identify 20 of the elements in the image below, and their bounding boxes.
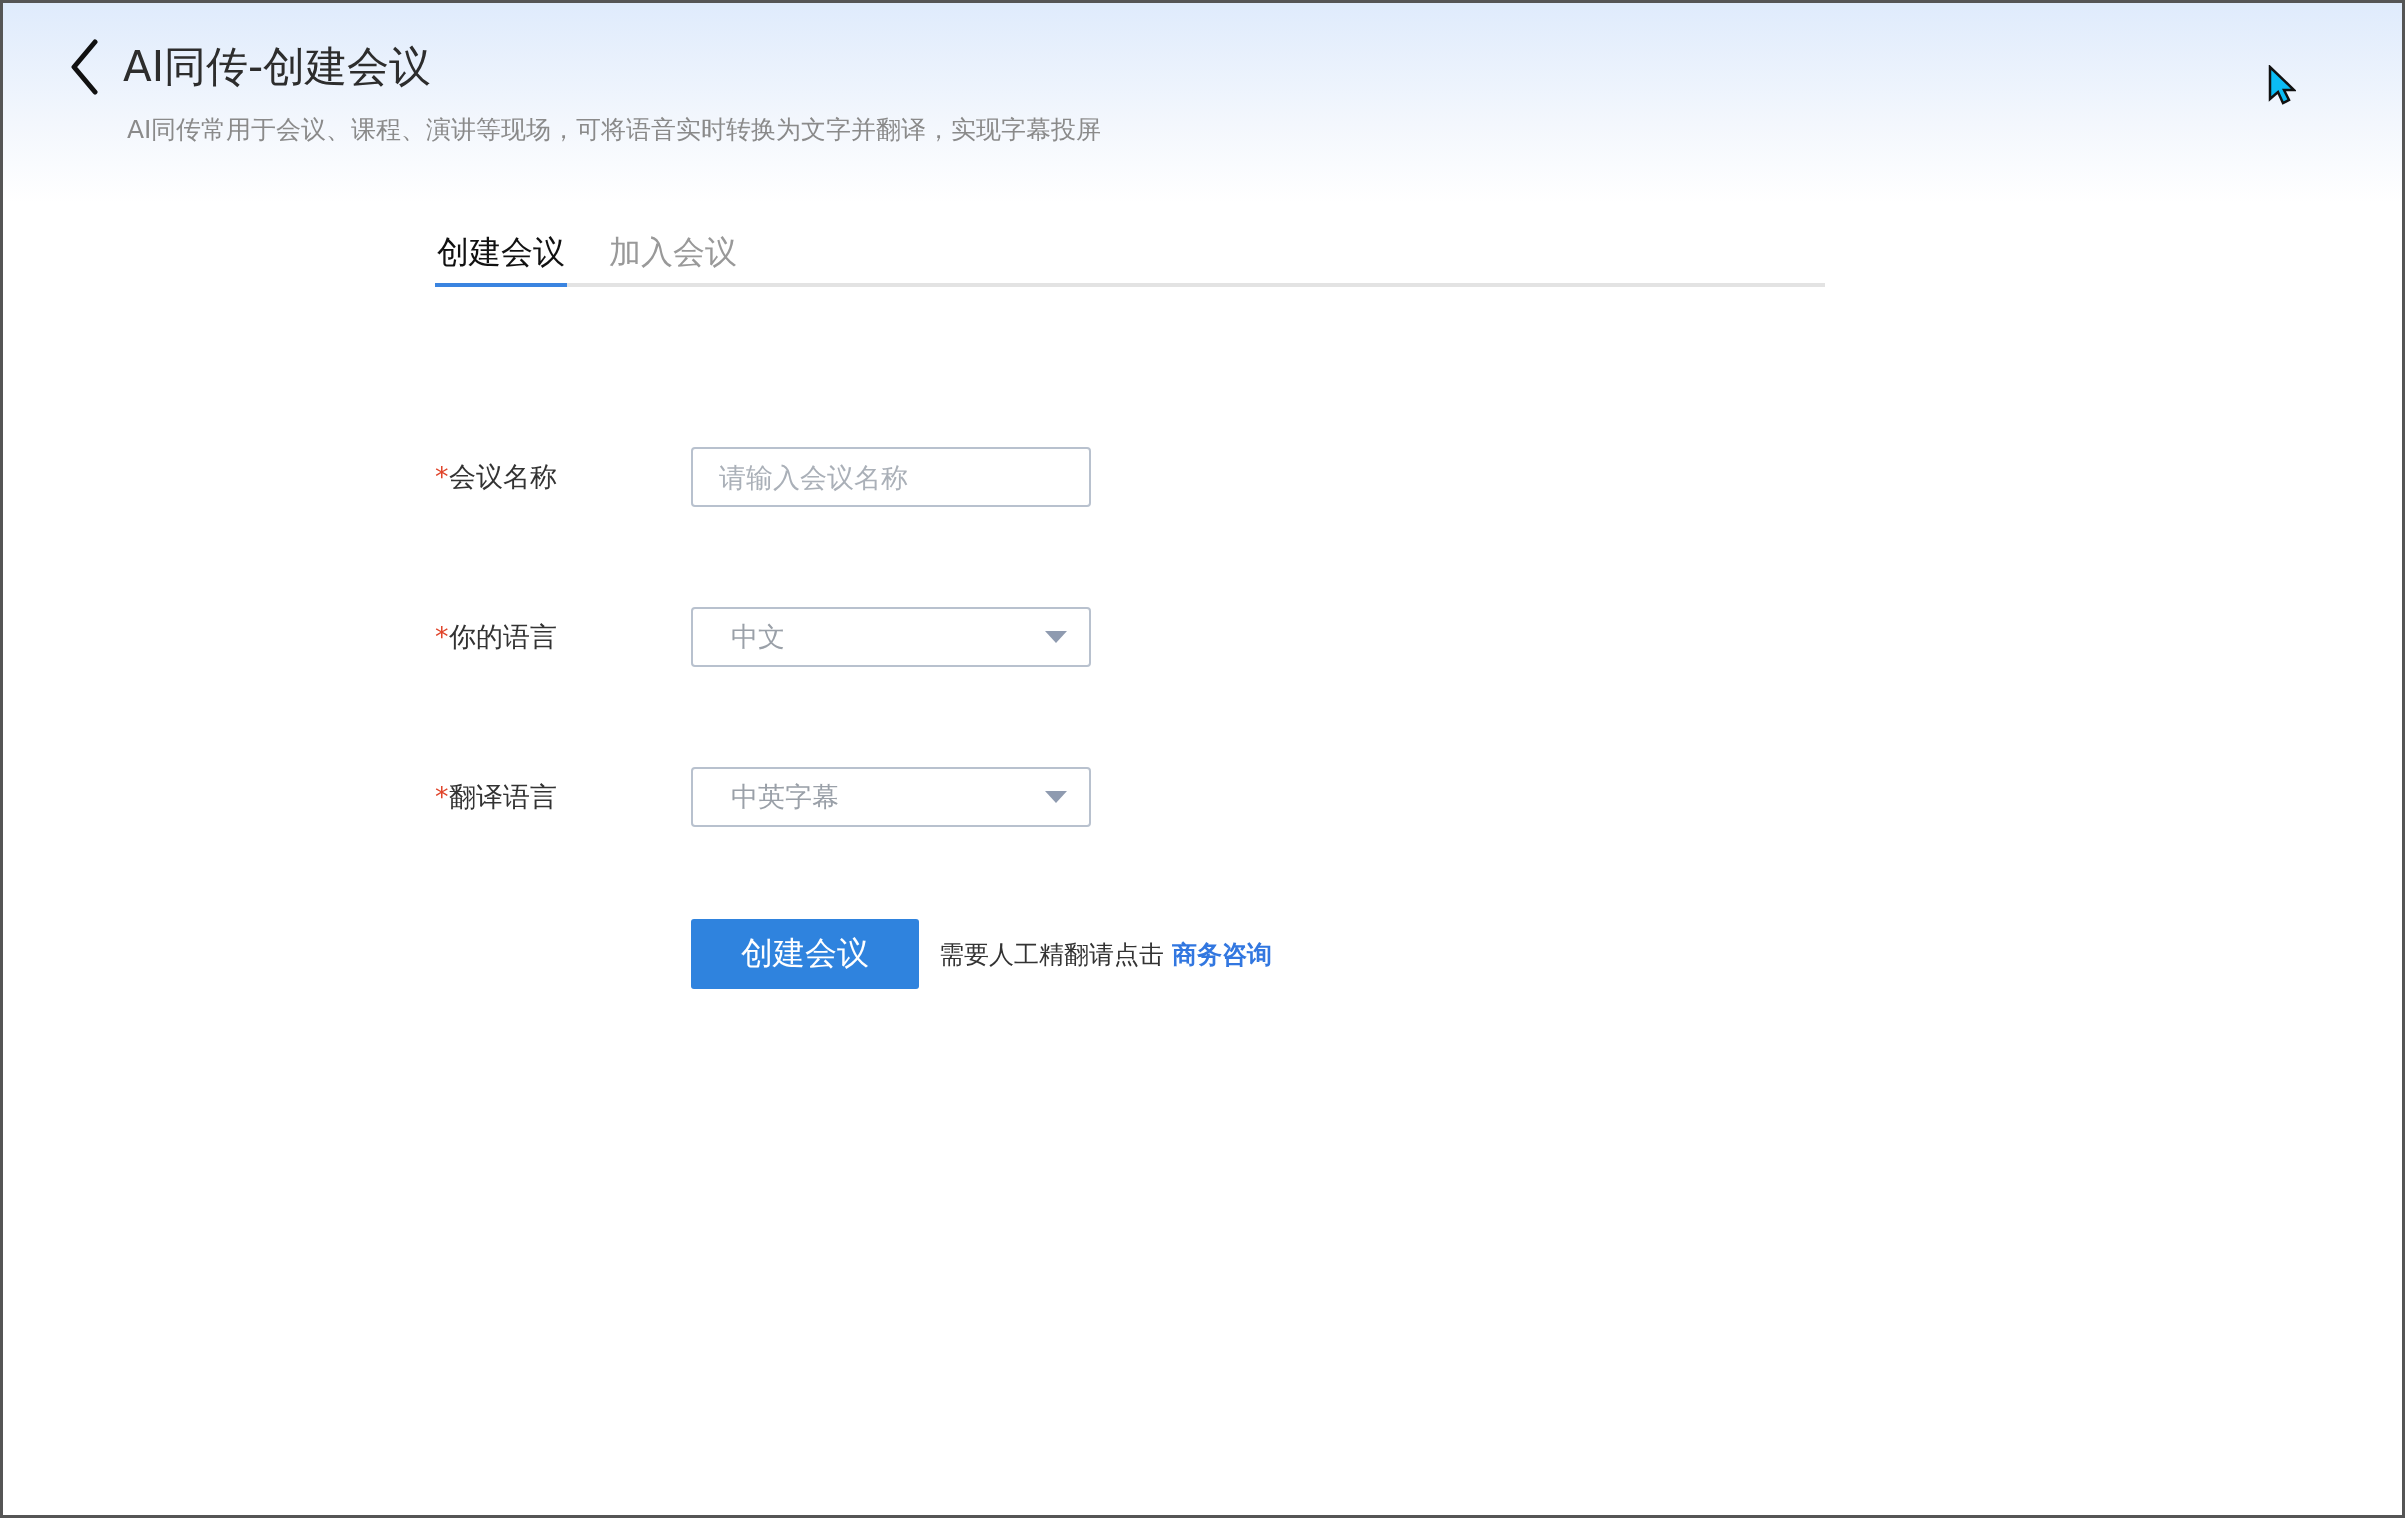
page-title: AI同传-创建会议: [123, 41, 432, 93]
page-subtitle: AI同传常用于会议、课程、演讲等现场，可将语音实时转换为文字并翻译，实现字幕投屏: [127, 114, 1103, 146]
required-mark: *: [435, 621, 449, 652]
required-mark: *: [435, 461, 449, 492]
caret-icon: [1045, 631, 1067, 643]
field-label: 你的语言: [448, 621, 557, 652]
tab[interactable]: 加入会议: [607, 231, 739, 287]
consult-note: 需要人工精翻请点击: [939, 938, 1164, 971]
tab[interactable]: 创建会议: [435, 231, 567, 287]
meeting-name-field[interactable]: 请输入会议名称: [691, 447, 1091, 507]
create-meeting-button[interactable]: 创建会议: [691, 919, 919, 989]
field-label: 翻译语言: [448, 781, 557, 812]
required-mark: *: [435, 781, 449, 812]
language-dropdown[interactable]: 中英字幕: [691, 767, 1091, 827]
back-icon[interactable]: [69, 39, 99, 95]
language-dropdown[interactable]: 中文: [691, 607, 1091, 667]
caret-icon: [1045, 791, 1067, 803]
field-label: 会议名称: [448, 461, 557, 492]
mouse-cursor-icon: [2268, 65, 2296, 105]
consult-link[interactable]: 商务咨询: [1172, 937, 1272, 971]
